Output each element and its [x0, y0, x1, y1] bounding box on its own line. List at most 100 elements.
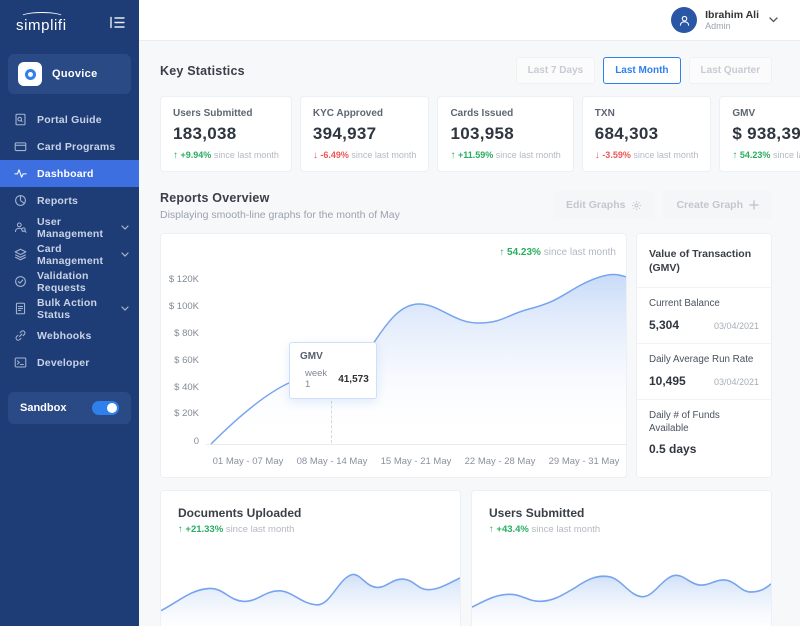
users-submitted-card: Users Submitted ↑ +43.4% since last mont…	[471, 490, 772, 626]
sidebar-item-validation-requests[interactable]: Validation Requests	[0, 268, 139, 295]
y-tick: $ 100K	[161, 301, 199, 312]
arrow-up-icon: ↑	[178, 524, 183, 535]
gmv-row-funds-available: Daily # of Funds Available 0.5 days	[637, 400, 771, 467]
user-management-icon	[14, 221, 27, 234]
validation-requests-icon	[14, 275, 27, 288]
chevron-down-icon	[121, 252, 129, 257]
workspace-logo-icon	[18, 62, 42, 86]
reports-icon	[14, 194, 27, 207]
y-tick: $ 60K	[161, 355, 199, 366]
sandbox-label: Sandbox	[20, 402, 66, 414]
arrow-up-icon: ↑	[489, 524, 494, 535]
x-tick: 29 May - 31 May	[542, 456, 626, 467]
filter-last-7-days[interactable]: Last 7 Days	[516, 57, 596, 84]
sidebar-nav: Portal Guide Card Programs Dashboard Rep…	[0, 106, 139, 376]
arrow-up-icon: ↑	[732, 150, 737, 161]
card-management-icon	[14, 248, 27, 261]
arrow-down-icon: ↓	[313, 150, 318, 161]
app-logo: simplifi	[16, 17, 67, 34]
stat-delta: ↓ -3.59% since last month	[595, 150, 699, 161]
dashboard-icon	[14, 167, 27, 180]
gmv-row-current-balance: Current Balance 5,304 03/04/2021	[637, 288, 771, 344]
sidebar-item-user-management[interactable]: User Management	[0, 214, 139, 241]
gmv-area-chart[interactable]	[206, 251, 626, 447]
gmv-chart-card: ↑ 54.23% since last month $ 120K $ 100K …	[160, 233, 627, 478]
reports-overview-title: Reports Overview	[160, 191, 400, 205]
arrow-up-icon: ↑	[173, 150, 178, 161]
key-statistics-title: Key Statistics	[160, 64, 245, 78]
sidebar-item-bulk-action-status[interactable]: Bulk Action Status	[0, 295, 139, 322]
mini-card-delta: ↑ +43.4% since last month	[489, 524, 771, 535]
chart-tooltip: GMV week 1 41,573	[289, 342, 377, 399]
edit-graphs-button[interactable]: Edit Graphs	[553, 191, 656, 219]
stat-card-gmv: GMV $ 938,398 ↑ 54.23% since last month	[719, 96, 800, 172]
y-tick: $ 80K	[161, 328, 199, 339]
x-tick: 08 May - 14 May	[290, 456, 374, 467]
sidebar-item-card-management[interactable]: Card Management	[0, 241, 139, 268]
top-bar: Ibrahim Ali Admin	[139, 0, 800, 41]
sidebar-collapse-icon[interactable]	[110, 16, 125, 34]
stat-delta: ↑ +11.59% since last month	[450, 150, 560, 161]
filter-last-quarter[interactable]: Last Quarter	[689, 57, 772, 84]
create-graph-button[interactable]: Create Graph	[663, 191, 772, 219]
developer-icon	[14, 356, 27, 369]
sidebar: simplifi Quovice Portal Guide Card Progr…	[0, 0, 139, 626]
plus-icon	[749, 200, 759, 210]
y-tick: $ 120K	[161, 274, 199, 285]
y-tick: $ 20K	[161, 408, 199, 419]
main-content: Key Statistics Last 7 Days Last Month La…	[139, 41, 800, 626]
arrow-down-icon: ↓	[595, 150, 600, 161]
reports-overview-subtitle: Displaying smooth-line graphs for the mo…	[160, 209, 400, 221]
gear-icon	[631, 200, 642, 211]
stat-delta: ↓ -6.49% since last month	[313, 150, 417, 161]
gmv-panel-title: Value of Transaction (GMV)	[637, 234, 771, 288]
workspace-name: Quovice	[52, 68, 98, 80]
avatar[interactable]	[671, 7, 697, 33]
x-tick: 01 May - 07 May	[206, 456, 290, 467]
webhooks-icon	[14, 329, 27, 342]
stat-card-cards-issued: Cards Issued 103,958 ↑ +11.59% since las…	[437, 96, 573, 172]
workspace-selector[interactable]: Quovice	[8, 54, 131, 94]
stat-delta: ↑ 54.23% since last month	[732, 150, 800, 161]
card-programs-icon	[14, 140, 27, 153]
x-tick: 22 May - 28 May	[458, 456, 542, 467]
sidebar-item-developer[interactable]: Developer	[0, 349, 139, 376]
time-filter-group: Last 7 Days Last Month Last Quarter	[516, 57, 772, 84]
stat-cards-row: Users Submitted 183,038 ↑ +9.94% since l…	[160, 96, 772, 172]
documents-uploaded-card: Documents Uploaded ↑ +21.33% since last …	[160, 490, 461, 626]
mini-card-delta: ↑ +21.33% since last month	[178, 524, 460, 535]
stat-card-users-submitted: Users Submitted 183,038 ↑ +9.94% since l…	[160, 96, 292, 172]
sidebar-item-webhooks[interactable]: Webhooks	[0, 322, 139, 349]
sandbox-toggle[interactable]	[92, 401, 119, 415]
user-info[interactable]: Ibrahim Ali Admin	[705, 9, 759, 31]
y-tick: 0	[161, 436, 199, 447]
sandbox-section: Sandbox	[8, 392, 131, 424]
sidebar-item-reports[interactable]: Reports	[0, 187, 139, 214]
stat-card-kyc-approved: KYC Approved 394,937 ↓ -6.49% since last…	[300, 96, 430, 172]
portal-guide-icon	[14, 113, 27, 126]
gmv-row-daily-average: Daily Average Run Rate 10,495 03/04/2021	[637, 344, 771, 400]
stat-delta: ↑ +9.94% since last month	[173, 150, 279, 161]
documents-uploaded-sparkline	[161, 543, 460, 626]
sidebar-item-portal-guide[interactable]: Portal Guide	[0, 106, 139, 133]
x-axis-labels: 01 May - 07 May 08 May - 14 May 15 May -…	[206, 456, 626, 467]
user-role: Admin	[705, 21, 759, 31]
mini-card-title: Users Submitted	[489, 506, 771, 520]
mini-card-title: Documents Uploaded	[178, 506, 460, 520]
bulk-action-status-icon	[14, 302, 27, 315]
stat-card-txn: TXN 684,303 ↓ -3.59% since last month	[582, 96, 712, 172]
user-name: Ibrahim Ali	[705, 9, 759, 21]
y-tick: $ 40K	[161, 382, 199, 393]
arrow-up-icon: ↑	[450, 150, 455, 161]
sidebar-item-card-programs[interactable]: Card Programs	[0, 133, 139, 160]
chevron-down-icon	[121, 306, 129, 311]
filter-last-month[interactable]: Last Month	[603, 57, 680, 84]
logo-arc	[20, 12, 64, 22]
chevron-down-icon[interactable]	[769, 17, 778, 23]
sidebar-item-dashboard[interactable]: Dashboard	[0, 160, 139, 187]
gmv-info-panel: Value of Transaction (GMV) Current Balan…	[636, 233, 772, 478]
users-submitted-sparkline	[472, 543, 771, 626]
chevron-down-icon	[121, 225, 129, 230]
user-icon	[678, 14, 691, 27]
x-tick: 15 May - 21 May	[374, 456, 458, 467]
